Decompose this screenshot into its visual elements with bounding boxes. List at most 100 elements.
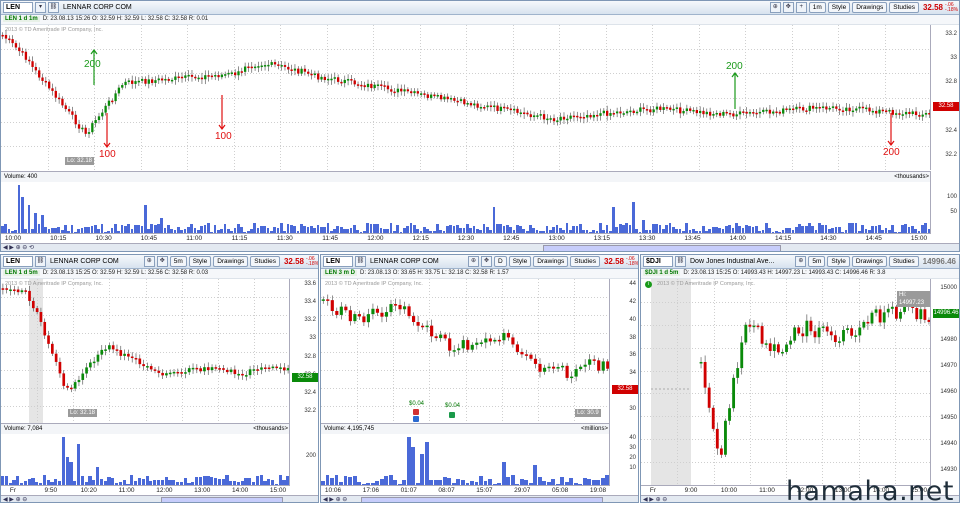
dividend-marker-2[interactable]: [449, 412, 455, 418]
studies-button[interactable]: Studies: [889, 2, 919, 13]
candle: [144, 76, 147, 87]
time-tick-label: 11:45: [322, 235, 338, 242]
candle: [430, 319, 434, 343]
link-icon[interactable]: ⛓: [675, 256, 686, 267]
volume-plot[interactable]: [1, 182, 931, 233]
link-icon[interactable]: ⛓: [48, 2, 59, 13]
volume-bar: [202, 476, 206, 485]
style-button[interactable]: Style: [827, 2, 851, 13]
price-plot[interactable]: 2013 © TD Ameritrade IP Company, Inc. Lo…: [1, 279, 290, 424]
candle: [615, 107, 619, 118]
volume-bar: [625, 223, 629, 233]
style-button[interactable]: Style: [827, 256, 850, 267]
navigator-controls[interactable]: ◀ ▶ ⊕ ⊖: [3, 496, 27, 502]
navigator-scrollbar[interactable]: [361, 497, 603, 502]
crosshair-icon[interactable]: +: [795, 2, 807, 13]
symbol-lookup-icon[interactable]: ▾: [35, 2, 46, 13]
zoom-icon[interactable]: ⊕: [468, 256, 480, 267]
volume-plot[interactable]: [321, 434, 610, 485]
cursor-icon[interactable]: ✥: [481, 256, 493, 267]
volume-bar: [501, 462, 506, 485]
candle: [57, 93, 61, 104]
candle: [150, 76, 154, 86]
volume-label: Volume: 7,084: [4, 426, 43, 432]
style-button[interactable]: Style: [508, 256, 532, 267]
candle: [828, 105, 831, 112]
candle: [838, 104, 841, 116]
time-tick-label: 10:30: [95, 235, 112, 242]
volume-bar: [286, 224, 290, 233]
navigator-scrollbar[interactable]: [161, 497, 283, 502]
symbol-input[interactable]: LEN: [323, 256, 353, 267]
style-button[interactable]: Style: [188, 256, 212, 267]
candle: [669, 105, 672, 113]
drawings-button[interactable]: Drawings: [851, 256, 887, 267]
volume-bar: [628, 225, 632, 233]
dividend-marker-1[interactable]: [413, 409, 419, 415]
candle: [66, 383, 69, 391]
chart-navigator[interactable]: ◀ ▶ ⊕ ⊖: [321, 495, 638, 502]
annotation-buy-2: 200: [726, 61, 743, 72]
candle: [297, 66, 300, 77]
candle: [894, 304, 898, 321]
price-plot[interactable]: 2013 © TD Ameritrade IP Company, Inc. Lo…: [1, 25, 931, 170]
candle: [556, 363, 560, 373]
candle: [808, 102, 811, 115]
navigator-controls[interactable]: ◀ ▶ ⊕ ⊖: [323, 496, 347, 502]
candle: [497, 335, 501, 346]
volume-bar: [632, 202, 635, 233]
studies-button[interactable]: Studies: [570, 256, 600, 267]
chart-navigator[interactable]: ◀ ▶ ⊕ ⊖ ⟲: [1, 243, 959, 251]
drawings-button[interactable]: Drawings: [852, 2, 888, 13]
candle: [157, 366, 161, 378]
candle: [921, 110, 924, 121]
candle: [121, 82, 124, 90]
interval-button[interactable]: 1m: [808, 2, 826, 13]
time-tick-label: 10:15: [50, 235, 67, 242]
candle: [81, 124, 84, 133]
time-tick-label: 12:45: [503, 235, 520, 242]
symbol-input[interactable]: LEN: [3, 2, 33, 13]
candle: [360, 80, 363, 91]
link-icon[interactable]: ⛓: [35, 256, 46, 267]
drawings-button[interactable]: Drawings: [533, 256, 569, 267]
candle: [283, 61, 287, 71]
interval-button[interactable]: 5m: [169, 256, 187, 267]
interval-button[interactable]: 5m: [808, 256, 826, 267]
dividend-marker-1b[interactable]: [413, 416, 419, 422]
candle: [366, 308, 370, 328]
cursor-icon[interactable]: ✥: [156, 256, 168, 267]
candle: [629, 106, 632, 117]
candle: [339, 302, 343, 320]
candle: [77, 119, 81, 134]
candle: [708, 107, 712, 120]
candle: [452, 345, 456, 357]
zoom-icon[interactable]: ⊕: [769, 2, 781, 13]
chart-navigator[interactable]: ◀ ▶ ⊕ ⊖: [1, 495, 318, 502]
volume-bar: [37, 224, 41, 233]
cursor-icon[interactable]: ✥: [782, 2, 794, 13]
drawings-button[interactable]: Drawings: [213, 256, 249, 267]
studies-button[interactable]: Studies: [888, 256, 919, 267]
candle: [649, 106, 652, 116]
navigator-controls[interactable]: ◀ ▶ ⊕ ⊖: [643, 496, 667, 502]
interval-button[interactable]: D: [494, 256, 507, 267]
volume-plot[interactable]: [1, 434, 290, 485]
link-icon[interactable]: ⛓: [355, 256, 366, 267]
symbol-input[interactable]: LEN: [3, 256, 33, 267]
volume-bar: [263, 226, 267, 233]
studies-button[interactable]: Studies: [250, 256, 280, 267]
navigator-scrollbar[interactable]: [543, 245, 781, 251]
zoom-icon[interactable]: ⊕: [795, 256, 807, 267]
price-plot[interactable]: 2013 © TD Ameritrade IP Company, Inc. Lo…: [321, 279, 610, 424]
candle: [400, 84, 403, 96]
price-plot[interactable]: 2013 © TD Ameritrade IP Company, Inc. i …: [641, 279, 931, 485]
volume-bar: [738, 226, 742, 233]
volume-bar: [137, 478, 142, 485]
navigator-controls[interactable]: ◀ ▶ ⊕ ⊖ ⟲: [3, 244, 34, 251]
candle: [453, 95, 456, 103]
zoom-icon[interactable]: ⊕: [143, 256, 155, 267]
candle: [443, 94, 446, 102]
price-change: -.06 -.18%: [626, 255, 639, 267]
symbol-input[interactable]: $DJI: [643, 256, 673, 267]
